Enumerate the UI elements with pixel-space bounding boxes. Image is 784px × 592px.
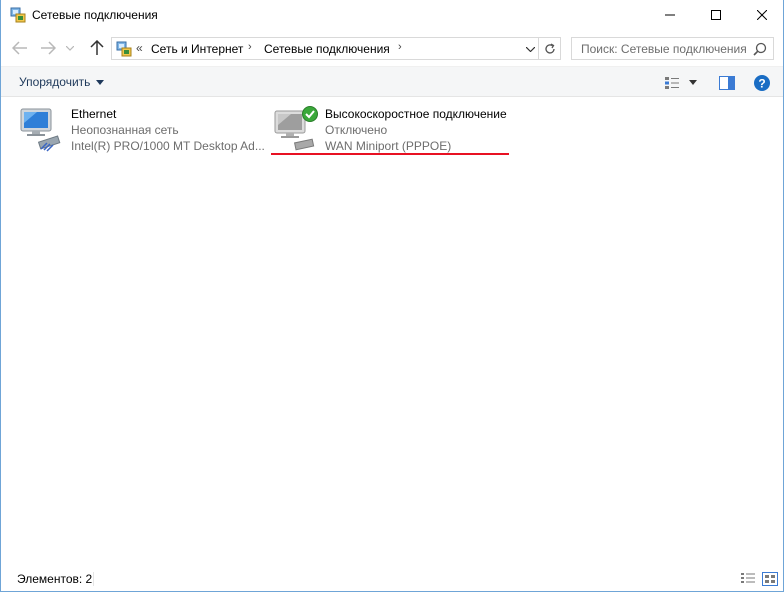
address-bar[interactable]: « Сеть и Интернет › Сетевые подключения … (111, 37, 539, 60)
up-button[interactable] (87, 38, 107, 58)
minimize-button[interactable] (647, 0, 693, 30)
change-view-icon[interactable] (663, 74, 681, 91)
breadcrumb-separator-icon[interactable]: › (398, 41, 402, 53)
control-panel-icon (116, 41, 132, 57)
maximize-button[interactable] (693, 0, 739, 30)
close-button[interactable] (739, 0, 784, 30)
organize-label: Упорядочить (19, 75, 91, 89)
pppoe-connection-icon (271, 105, 319, 153)
search-placeholder: Поиск: Сетевые подключения (581, 42, 747, 56)
window-title: Сетевые подключения (32, 8, 158, 22)
search-input[interactable]: Поиск: Сетевые подключения (571, 37, 774, 60)
breadcrumb-network-internet[interactable]: Сеть и Интернет (151, 42, 243, 56)
connection-name: Ethernet (71, 107, 117, 121)
details-view-icon[interactable] (740, 571, 756, 586)
chevron-down-icon (96, 80, 105, 86)
recent-locations-button[interactable] (63, 38, 77, 58)
connections-list: Ethernet Неопознанная сеть Intel(R) PRO/… (1, 97, 783, 567)
search-icon[interactable] (753, 42, 767, 56)
view-options-dropdown[interactable] (687, 74, 699, 91)
command-bar: Упорядочить ? (1, 66, 783, 97)
navigation-bar: « Сеть и Интернет › Сетевые подключения … (1, 30, 783, 66)
forward-button[interactable] (38, 38, 58, 58)
title-bar: Сетевые подключения (1, 0, 783, 30)
connection-status: Отключено (325, 123, 388, 137)
breadcrumb-separator-icon[interactable]: › (248, 41, 252, 53)
connection-item-ethernet[interactable]: Ethernet Неопознанная сеть Intel(R) PRO/… (17, 105, 267, 157)
help-icon[interactable]: ? (753, 74, 771, 91)
address-dropdown-button[interactable] (522, 41, 538, 57)
network-connections-icon (10, 7, 26, 23)
window: Сетевые подключения « Сеть и Интернет › … (0, 0, 784, 592)
back-button[interactable] (10, 38, 30, 58)
highlight-underline (271, 153, 509, 155)
connection-device: WAN Miniport (PPPOE) (325, 139, 452, 153)
refresh-button[interactable] (539, 37, 561, 60)
preview-pane-icon[interactable] (718, 74, 736, 91)
connection-status: Неопознанная сеть (71, 123, 179, 137)
status-separator (93, 572, 94, 586)
item-count: Элементов: 2 (17, 572, 93, 586)
connection-item-pppoe[interactable]: Высокоскоростное подключение Отключено W… (271, 105, 521, 157)
ethernet-adapter-icon (17, 105, 65, 153)
organize-button[interactable]: Упорядочить (19, 75, 105, 89)
connection-device: Intel(R) PRO/1000 MT Desktop Ad... (71, 139, 265, 153)
breadcrumb-network-connections[interactable]: Сетевые подключения (264, 42, 390, 56)
connection-name: Высокоскоростное подключение (325, 107, 507, 121)
large-icons-view-icon[interactable] (762, 571, 778, 586)
svg-text:?: ? (758, 76, 765, 90)
breadcrumb-overflow[interactable]: « (136, 41, 143, 55)
status-bar: Элементов: 2 (1, 567, 783, 591)
